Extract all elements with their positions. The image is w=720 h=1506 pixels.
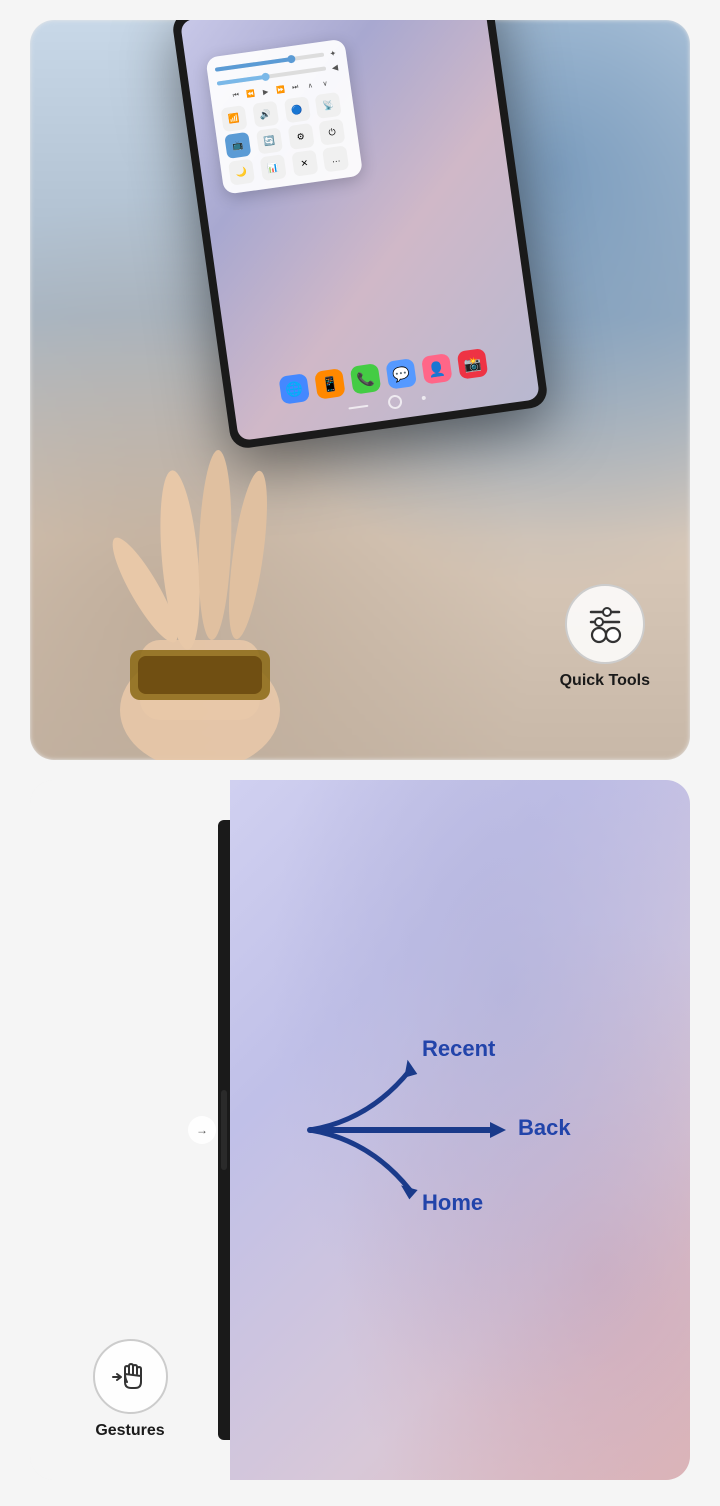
up-btn: ∧ [303, 79, 317, 93]
gestures-card: → [30, 780, 690, 1480]
next-btn: ⏭ [289, 81, 303, 95]
gestures-icon-svg [107, 1354, 153, 1400]
power-toggle: ⏻ [319, 119, 346, 146]
hand-svg [60, 360, 340, 760]
quick-tools-badge: Quick Tools [560, 584, 650, 690]
data-toggle: 📊 [259, 154, 286, 181]
dock-app-6: 📸 [457, 348, 489, 380]
dock-app-4: 💬 [385, 358, 417, 390]
dock-app-5: 👤 [421, 353, 453, 385]
quick-toggle-grid: 📶 🔊 🔵 📡 📺 🔄 ⚙ ⏻ 🌙 📊 ✕ … [221, 91, 355, 185]
gesture-arrows-diagram: Back Recent Home [250, 980, 630, 1280]
gestures-badge: Gestures [93, 1339, 168, 1440]
dock-app-3: 📞 [350, 363, 382, 395]
close-toggle: ✕ [291, 150, 318, 177]
right-panel: Back Recent Home [230, 780, 690, 1480]
tablet-edge [218, 820, 230, 1440]
nav-back [422, 396, 427, 401]
gestures-label: Gestures [95, 1422, 164, 1440]
quick-tools-icon-circle [565, 584, 645, 664]
hand-holding-tablet [60, 360, 340, 760]
home-label: Home [422, 1190, 483, 1215]
recent-label: Recent [422, 1036, 496, 1061]
edge-swipe-arrow: → [188, 1116, 216, 1144]
nfc-toggle: 📡 [315, 92, 342, 119]
quick-tools-card: ✦ ◀ ⏮ ⏪ [30, 20, 690, 760]
moon-toggle: 🌙 [228, 159, 255, 186]
bt-toggle: 🔵 [283, 96, 310, 123]
wifi-toggle: 📶 [221, 105, 248, 132]
brightness-icon: ✦ [327, 48, 338, 59]
brightness-thumb [286, 55, 295, 64]
down-btn: ∨ [318, 77, 332, 91]
volume-thumb [261, 72, 270, 81]
page-wrapper: ✦ ◀ ⏮ ⏪ [0, 0, 720, 1500]
gestures-icon-circle [93, 1339, 168, 1414]
tablet-nav-bar [348, 391, 427, 416]
ff-btn: ⏩ [274, 83, 288, 97]
quick-settings-panel: ✦ ◀ ⏮ ⏪ [205, 39, 363, 195]
tablet-edge-indent [221, 1090, 227, 1170]
left-panel: → [30, 780, 230, 1480]
quick-tools-icon-svg [583, 602, 627, 646]
nav-home [387, 394, 403, 410]
back-label: Back [518, 1115, 571, 1140]
volume-fill [217, 75, 267, 86]
rotation-toggle: 🔄 [256, 127, 283, 154]
rew-btn: ⏪ [244, 87, 258, 101]
settings-toggle: ⚙ [287, 123, 314, 150]
sound-toggle: 🔊 [252, 101, 279, 128]
prev-btn: ⏮ [229, 89, 243, 103]
more-toggle: … [322, 145, 349, 172]
play-btn: ▶ [259, 85, 273, 99]
nav-recent [348, 405, 368, 410]
gestures-card-inner: → [30, 780, 690, 1480]
quick-tools-label: Quick Tools [560, 672, 650, 690]
volume-icon: ◀ [329, 61, 340, 72]
screen-toggle: 📺 [224, 132, 251, 159]
